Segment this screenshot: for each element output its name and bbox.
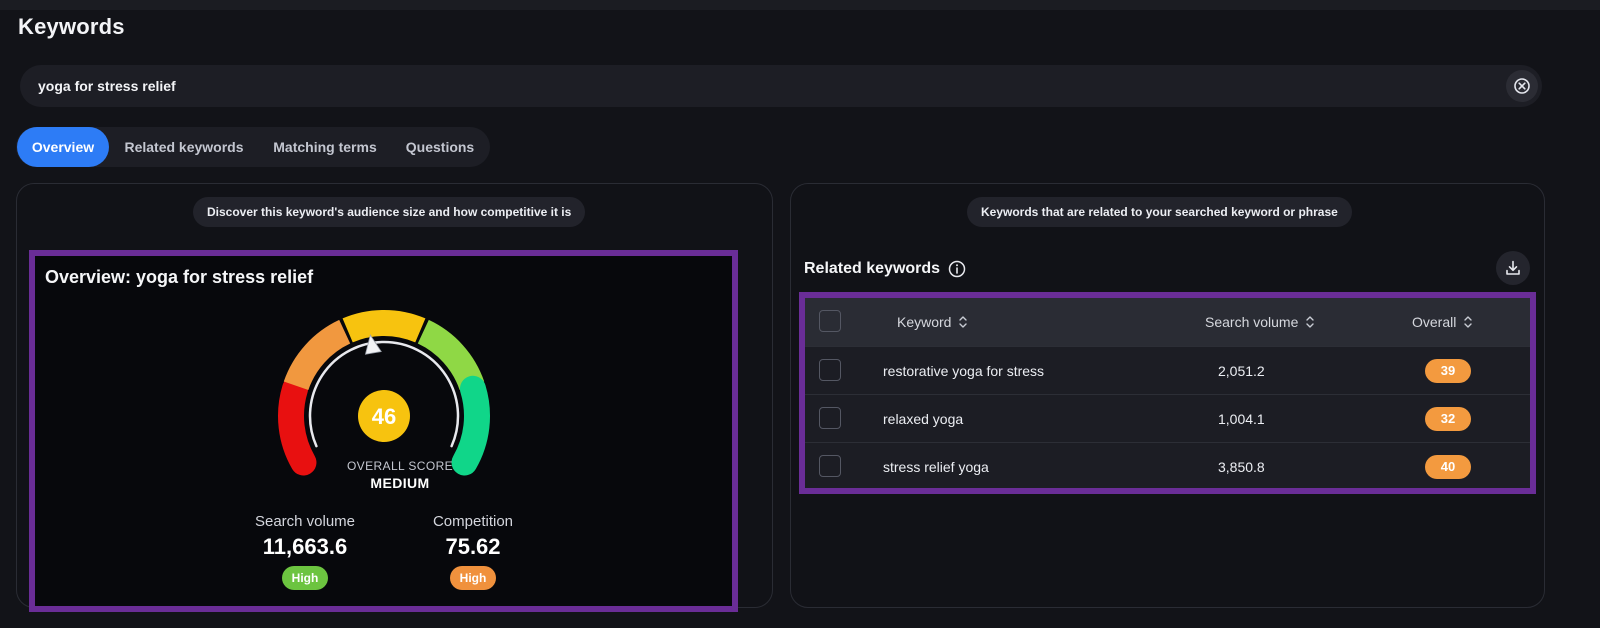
sort-icon bbox=[1306, 316, 1315, 328]
overview-panel: Discover this keyword's audience size an… bbox=[16, 183, 773, 612]
row-checkbox[interactable] bbox=[819, 407, 841, 429]
keyword-search-input[interactable]: yoga for stress relief bbox=[20, 65, 1542, 107]
tab-overview[interactable]: Overview bbox=[17, 127, 109, 167]
row-search-volume: 3,850.8 bbox=[1218, 459, 1265, 475]
page-title: Keywords bbox=[18, 14, 125, 39]
competition-metric: Competition 75.62 High bbox=[398, 513, 548, 590]
row-overall-badge: 32 bbox=[1425, 407, 1471, 431]
table-row[interactable]: relaxed yoga 1,004.1 32 bbox=[805, 394, 1530, 442]
column-keyword-label: Keyword bbox=[897, 314, 952, 330]
search-volume-value: 11,663.6 bbox=[262, 534, 348, 559]
table-row[interactable]: stress relief yoga 3,850.8 40 bbox=[805, 442, 1530, 490]
row-checkbox[interactable] bbox=[819, 359, 841, 381]
search-volume-label: Search volume bbox=[254, 513, 356, 530]
sort-icon bbox=[1464, 316, 1473, 328]
overview-card: Overview: yoga for stress relief 46 OVER… bbox=[29, 250, 738, 612]
column-search-volume-label: Search volume bbox=[1205, 314, 1299, 330]
gauge-pointer-icon bbox=[364, 334, 382, 355]
overall-score-label: OVERALL SCORE bbox=[346, 459, 454, 473]
row-overall-badge: 40 bbox=[1425, 455, 1471, 479]
score-value: 46 bbox=[372, 404, 396, 429]
column-overall-label: Overall bbox=[1412, 314, 1457, 330]
competition-badge: High bbox=[449, 566, 497, 590]
close-circle-icon bbox=[1514, 78, 1530, 94]
related-keywords-title: Related keywords bbox=[804, 260, 941, 277]
row-checkbox[interactable] bbox=[819, 455, 841, 477]
competition-value: 75.62 bbox=[445, 534, 501, 559]
column-overall[interactable]: Overall bbox=[1412, 298, 1474, 346]
related-keywords-table: Keyword Search volume Overall restorativ… bbox=[799, 292, 1536, 494]
tab-bar: Overview Related keywords Matching terms… bbox=[16, 127, 490, 167]
row-keyword[interactable]: stress relief yoga bbox=[883, 443, 989, 491]
sort-icon bbox=[959, 316, 968, 328]
related-keywords-heading: Related keywords bbox=[804, 260, 966, 278]
select-all-checkbox[interactable] bbox=[819, 310, 841, 332]
row-keyword[interactable]: relaxed yoga bbox=[883, 395, 963, 443]
table-row[interactable]: restorative yoga for stress 2,051.2 39 bbox=[805, 346, 1530, 394]
competition-label: Competition bbox=[432, 513, 514, 530]
related-keywords-panel: Keywords that are related to your search… bbox=[790, 183, 1545, 608]
clear-search-button[interactable] bbox=[1506, 70, 1538, 102]
row-search-volume: 2,051.2 bbox=[1218, 363, 1265, 379]
info-icon[interactable] bbox=[948, 260, 966, 278]
overall-score-level: MEDIUM bbox=[370, 475, 430, 491]
top-strip bbox=[0, 0, 1600, 10]
column-keyword[interactable]: Keyword bbox=[897, 298, 969, 346]
tab-related-keywords[interactable]: Related keywords bbox=[112, 127, 256, 167]
search-value[interactable]: yoga for stress relief bbox=[38, 78, 176, 94]
gauge-segment bbox=[342, 310, 426, 343]
tab-matching-terms[interactable]: Matching terms bbox=[260, 127, 390, 167]
tab-questions[interactable]: Questions bbox=[394, 127, 486, 167]
table-header: Keyword Search volume Overall bbox=[805, 298, 1530, 346]
row-search-volume: 1,004.1 bbox=[1218, 411, 1265, 427]
search-volume-metric: Search volume 11,663.6 High bbox=[230, 513, 380, 590]
column-search-volume[interactable]: Search volume bbox=[1205, 298, 1316, 346]
related-hint: Keywords that are related to your search… bbox=[967, 197, 1352, 227]
gauge-segment bbox=[451, 375, 490, 476]
score-gauge: 46 bbox=[278, 310, 490, 476]
gauge-segment bbox=[278, 375, 317, 476]
download-button[interactable] bbox=[1496, 251, 1530, 285]
row-overall-badge: 39 bbox=[1425, 359, 1471, 383]
download-icon bbox=[1506, 260, 1520, 275]
search-volume-badge: High bbox=[281, 566, 329, 590]
row-keyword[interactable]: restorative yoga for stress bbox=[883, 347, 1044, 395]
overview-hint: Discover this keyword's audience size an… bbox=[193, 197, 586, 227]
